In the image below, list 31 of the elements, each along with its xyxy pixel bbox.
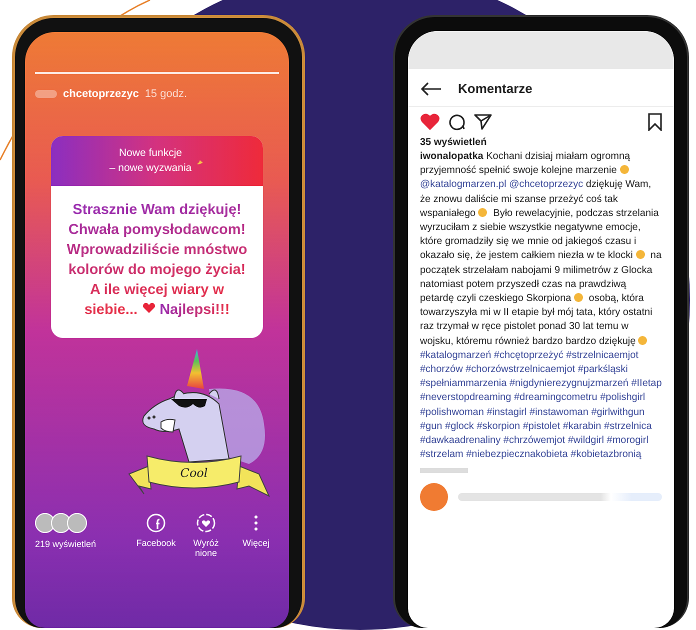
view-count: 35 wyświetleń (419, 136, 488, 148)
view-count[interactable]: 219 wyświetleń (35, 539, 96, 549)
bookmark-icon[interactable] (648, 113, 662, 131)
highlight-button[interactable]: Wyróż nione (183, 513, 229, 558)
post-caption: iwonalopatka Kochani dzisiaj miałam ogromną przyjemność spełnić swoje kolejne marzenie @katalogmarzen.pl @chcetoprzezyc dziękuję Wam, że znowu daliście mi szanse przeżyć coś tak wspaniałego Było rewelacyjnie, podczas strzelania wyrzuciłam z siebie wszystkie negatywne emocje, które gromadziły się we mnie od jakiegoś czasu i okazało się, że jestem całkiem niezła w te klocki na początek strzelałam nabojami 9 milimetrów z Glocka natomiast potem przyszedł czas na prawdziwą petardę czyli czeskiego Skorpiona osobą, która towarzyszyła mi w II etapie był mój tata, który ostatni raz trzymał w ręce pistolet ponad 30 lat temu w wojsku, któremu również bardzo bardzo dziękuję (419, 150, 663, 349)
more-button[interactable]: Więcej (233, 513, 279, 558)
emoji-icon (636, 250, 645, 260)
comment-icon[interactable] (448, 113, 466, 131)
emoji-icon (638, 336, 648, 345)
question-title: Nowe funkcje – nowe wyzwania (109, 146, 192, 176)
emoji-icon (574, 293, 583, 302)
emoji-icon (478, 208, 488, 217)
facebook-button[interactable]: Facebook (133, 513, 179, 558)
sticker-text: Cool (180, 466, 208, 480)
facebook-icon (146, 513, 166, 533)
emoji-icon (620, 165, 629, 174)
post-time: 15 godz. (144, 88, 188, 100)
screen-title: Komentarze (458, 81, 532, 96)
more-icon (254, 515, 258, 531)
post-date (420, 468, 468, 474)
hashtags: #katalogmarzeń #chcętoprzeżyć #strzelnicaemjot #chorzów #chorzówstrzelnicaemjot #parkśląski #spełniammarzenia #nigdynierezygnujzmarzeń #IIetap #neverstopdreaming #dreamingcometru #polishgirl #polishwoman #instagirl #instawoman #girlwithgun #gun #glock #skorpion #pistolet #karabin #strzelnica #dawkaadrenaliny #chrzówemjot #wildgirl #morogirl #strzelam #niebezpiecznakobieta #kobietazbronią (419, 348, 663, 462)
like-icon[interactable] (420, 113, 440, 131)
back-arrow-icon[interactable] (420, 82, 442, 96)
heart-icon (142, 302, 156, 314)
heart-circle-icon (196, 513, 216, 533)
avatar (35, 90, 57, 98)
question-answer: Strasznie Wam dziękuję! Chwała pomysłodawcom! Wprowadziliście mnóstwo kolorów do mojego życia! A ile więcej wiary w siebie... Najlepsi!!! (66, 201, 248, 320)
avatar (420, 483, 448, 512)
comment-input[interactable] (458, 493, 662, 502)
send-icon[interactable] (474, 113, 492, 131)
mention-links[interactable]: @katalogmarzen.pl @chcetoprzezyc (420, 179, 584, 190)
